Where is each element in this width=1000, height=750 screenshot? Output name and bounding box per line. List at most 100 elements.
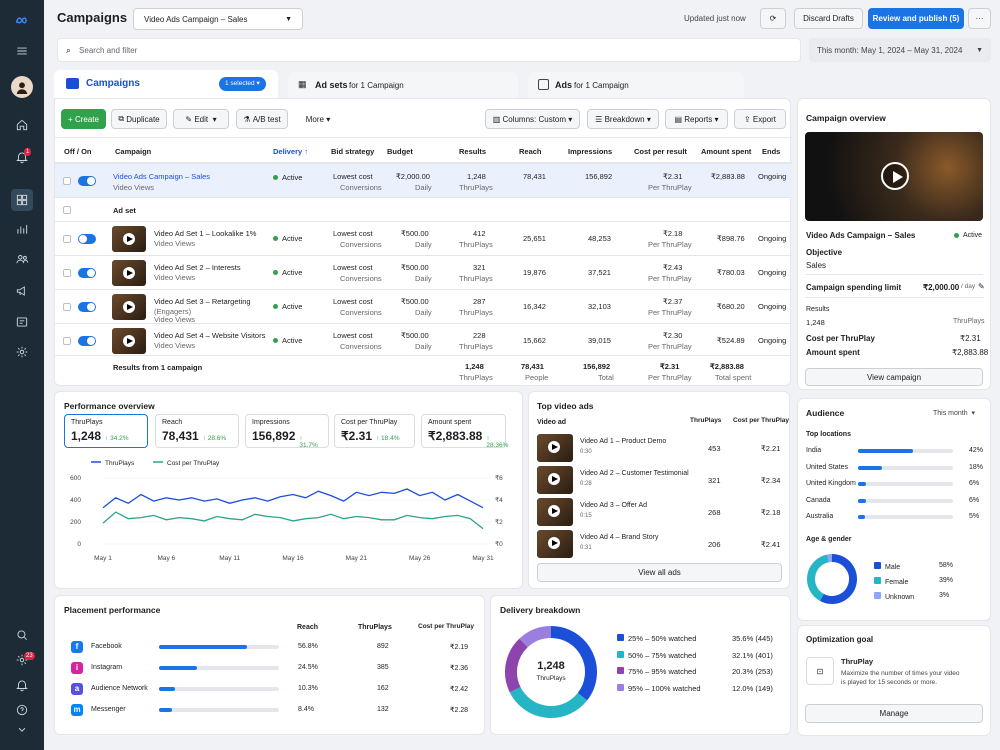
adset-toggle[interactable] bbox=[78, 302, 96, 312]
adset-toggle[interactable] bbox=[78, 234, 96, 244]
tab-ad-sets[interactable]: ▦ Ad sets for 1 Campaign bbox=[288, 72, 518, 98]
table-row-adset[interactable]: Video Ad Set 4 – Website Visitors Video … bbox=[55, 323, 792, 357]
adset-toggle[interactable] bbox=[78, 268, 96, 278]
video-thumbnail[interactable] bbox=[537, 434, 573, 462]
create-button[interactable]: + Create bbox=[61, 109, 106, 129]
adset-name[interactable]: Video Ad Set 1 – Lookalike 1% bbox=[154, 229, 256, 238]
breakdown-icon: ☰ bbox=[595, 114, 605, 124]
col-delivery[interactable]: Delivery ↑ bbox=[273, 138, 308, 164]
adset-name[interactable]: Video Ad Set 3 – Retargeting bbox=[154, 297, 251, 306]
megaphone-icon[interactable] bbox=[11, 280, 33, 302]
kpi-tile[interactable]: Amount spent ₹2,883.88 ↑ 28.36% bbox=[421, 414, 508, 449]
kpi-tile[interactable]: Cost per ThruPlay ₹2.31 ↑ 18.4% bbox=[334, 414, 415, 448]
adset-toggle[interactable] bbox=[78, 336, 96, 346]
edit-pencil-icon[interactable]: ✎ bbox=[978, 282, 985, 291]
bell-icon[interactable] bbox=[11, 674, 33, 696]
reports-button[interactable]: ▤ Reports ▾ bbox=[665, 109, 728, 129]
refresh-button[interactable]: ⟳ bbox=[760, 8, 786, 29]
col-impressions[interactable]: Impressions bbox=[568, 138, 612, 164]
discard-drafts-button[interactable]: Discard Drafts bbox=[794, 8, 863, 29]
x-tick: May 16 bbox=[282, 555, 304, 562]
kpi-tile[interactable]: ThruPlays 1,248 ↑ 34.2% bbox=[64, 414, 148, 448]
date-range-picker[interactable]: This month: May 1, 2024 – May 31, 2024 ▼ bbox=[809, 38, 991, 62]
more-button[interactable]: More ▾ bbox=[295, 109, 341, 129]
settings-icon[interactable] bbox=[11, 341, 33, 363]
ends: Ongoing bbox=[758, 302, 787, 311]
col-budget[interactable]: Budget bbox=[387, 138, 413, 164]
menu-icon[interactable] bbox=[11, 40, 33, 62]
col-toggle[interactable]: Off / On bbox=[64, 138, 92, 164]
video-thumbnail[interactable] bbox=[537, 530, 573, 558]
adset-select-all-checkbox[interactable] bbox=[63, 206, 71, 214]
edit-button[interactable]: ✎ Edit ▾ bbox=[173, 109, 229, 129]
billing-icon[interactable] bbox=[11, 311, 33, 333]
row-checkbox[interactable] bbox=[63, 177, 71, 185]
kpi-tile[interactable]: Reach 78,431 ↑ 28.6% bbox=[155, 414, 239, 448]
col-bid-strategy[interactable]: Bid strategy bbox=[331, 138, 374, 164]
adset-name[interactable]: Video Ad Set 2 – Interests bbox=[154, 263, 241, 272]
analytics-icon[interactable] bbox=[11, 218, 33, 240]
more-options-button[interactable]: ··· bbox=[968, 8, 991, 29]
ab-test-button[interactable]: ⚗ A/B test bbox=[236, 109, 288, 129]
meta-logo-icon[interactable] bbox=[11, 10, 33, 32]
campaign-select[interactable]: Video Ads Campaign – Sales ▼ bbox=[133, 8, 303, 30]
table-row-adset[interactable]: Video Ad Set 1 – Lookalike 1% Video View… bbox=[55, 221, 792, 255]
tab-ads[interactable]: Ads for 1 Campaign bbox=[528, 72, 744, 98]
audience-range-select[interactable]: This month ▾ bbox=[933, 409, 975, 417]
video-thumbnail[interactable] bbox=[112, 294, 146, 320]
search-input[interactable]: Search and filter bbox=[79, 46, 137, 55]
adset-name[interactable]: Video Ad Set 4 – Website Visitors bbox=[154, 331, 265, 340]
avatar[interactable] bbox=[11, 76, 33, 98]
view-all-ads-button[interactable]: View all ads bbox=[537, 563, 782, 582]
col-cost-per-result[interactable]: Cost per result bbox=[634, 138, 687, 164]
row-checkbox[interactable] bbox=[63, 303, 71, 311]
manage-button[interactable]: Manage bbox=[805, 704, 983, 723]
video-thumbnail[interactable] bbox=[537, 466, 573, 494]
reports-icon: ▤ bbox=[674, 114, 685, 124]
row-checkbox[interactable] bbox=[63, 337, 71, 345]
play-icon[interactable] bbox=[881, 162, 909, 190]
video-thumbnail[interactable] bbox=[112, 226, 146, 252]
video-ad-row[interactable]: Video Ad 3 – Offer Ad 0:15 268 ₹2.18 bbox=[529, 497, 791, 527]
selected-count-badge[interactable]: 1 selected ▾ bbox=[219, 77, 266, 91]
col-reach[interactable]: Reach bbox=[519, 138, 542, 164]
campaigns-grid-icon[interactable] bbox=[11, 189, 33, 211]
x-tick: May 26 bbox=[409, 555, 431, 562]
table-row-adset[interactable]: Video Ad Set 2 – Interests Video Views A… bbox=[55, 255, 792, 289]
duplicate-button[interactable]: ⧉ Duplicate bbox=[111, 109, 167, 129]
cpr-sub: Per ThruPlay bbox=[648, 240, 692, 249]
col-ends[interactable]: Ends bbox=[762, 138, 780, 164]
help-icon[interactable] bbox=[11, 699, 33, 721]
table-row-campaign[interactable]: Video Ads Campaign – Sales Video Views A… bbox=[55, 163, 792, 197]
columns-button[interactable]: ▥ Columns: Custom ▾ bbox=[485, 109, 580, 129]
video-thumbnail[interactable] bbox=[537, 498, 573, 526]
video-ad-row[interactable]: Video Ad 4 – Brand Story 0:31 206 ₹2.41 bbox=[529, 529, 791, 559]
y-tick-left: 600 bbox=[70, 475, 81, 482]
col-campaign[interactable]: Campaign bbox=[115, 138, 151, 164]
table-row-adset[interactable]: Video Ad Set 3 – Retargeting (Engagers) … bbox=[55, 289, 792, 324]
home-icon[interactable] bbox=[11, 114, 33, 136]
breakdown-button[interactable]: ☰ Breakdown ▾ bbox=[587, 109, 659, 129]
kpi-tile[interactable]: Impressions 156,892 ↑ 31.7% bbox=[245, 414, 329, 449]
row-checkbox[interactable] bbox=[63, 269, 71, 277]
col-results[interactable]: Results bbox=[459, 138, 486, 164]
row-checkbox[interactable] bbox=[63, 235, 71, 243]
audiences-icon[interactable] bbox=[11, 248, 33, 270]
search-icon[interactable] bbox=[11, 624, 33, 646]
left-nav-rail: 1 23 bbox=[0, 0, 44, 750]
review-publish-button[interactable]: Review and publish (5) bbox=[868, 8, 964, 29]
adset-sub: Video Views bbox=[154, 239, 196, 248]
campaign-toggle[interactable] bbox=[78, 176, 96, 186]
video-thumbnail[interactable] bbox=[112, 328, 146, 354]
video-ad-row[interactable]: Video Ad 1 – Product Demo 0:30 453 ₹2.21 bbox=[529, 433, 791, 463]
view-campaign-button[interactable]: View campaign bbox=[805, 368, 983, 386]
video-preview[interactable] bbox=[805, 132, 983, 221]
col-amount-spent[interactable]: Amount spent bbox=[701, 138, 751, 164]
export-button[interactable]: ⇪ Export bbox=[734, 109, 786, 129]
collapse-chevron-icon[interactable] bbox=[11, 722, 33, 738]
search-bar[interactable]: ⌕ Search and filter bbox=[57, 38, 801, 62]
tab-campaigns[interactable]: Campaigns 1 selected ▾ bbox=[54, 70, 278, 98]
video-ad-row[interactable]: Video Ad 2 – Customer Testimonial 0:28 3… bbox=[529, 465, 791, 495]
campaign-name-link[interactable]: Video Ads Campaign – Sales bbox=[113, 172, 210, 181]
video-thumbnail[interactable] bbox=[112, 260, 146, 286]
